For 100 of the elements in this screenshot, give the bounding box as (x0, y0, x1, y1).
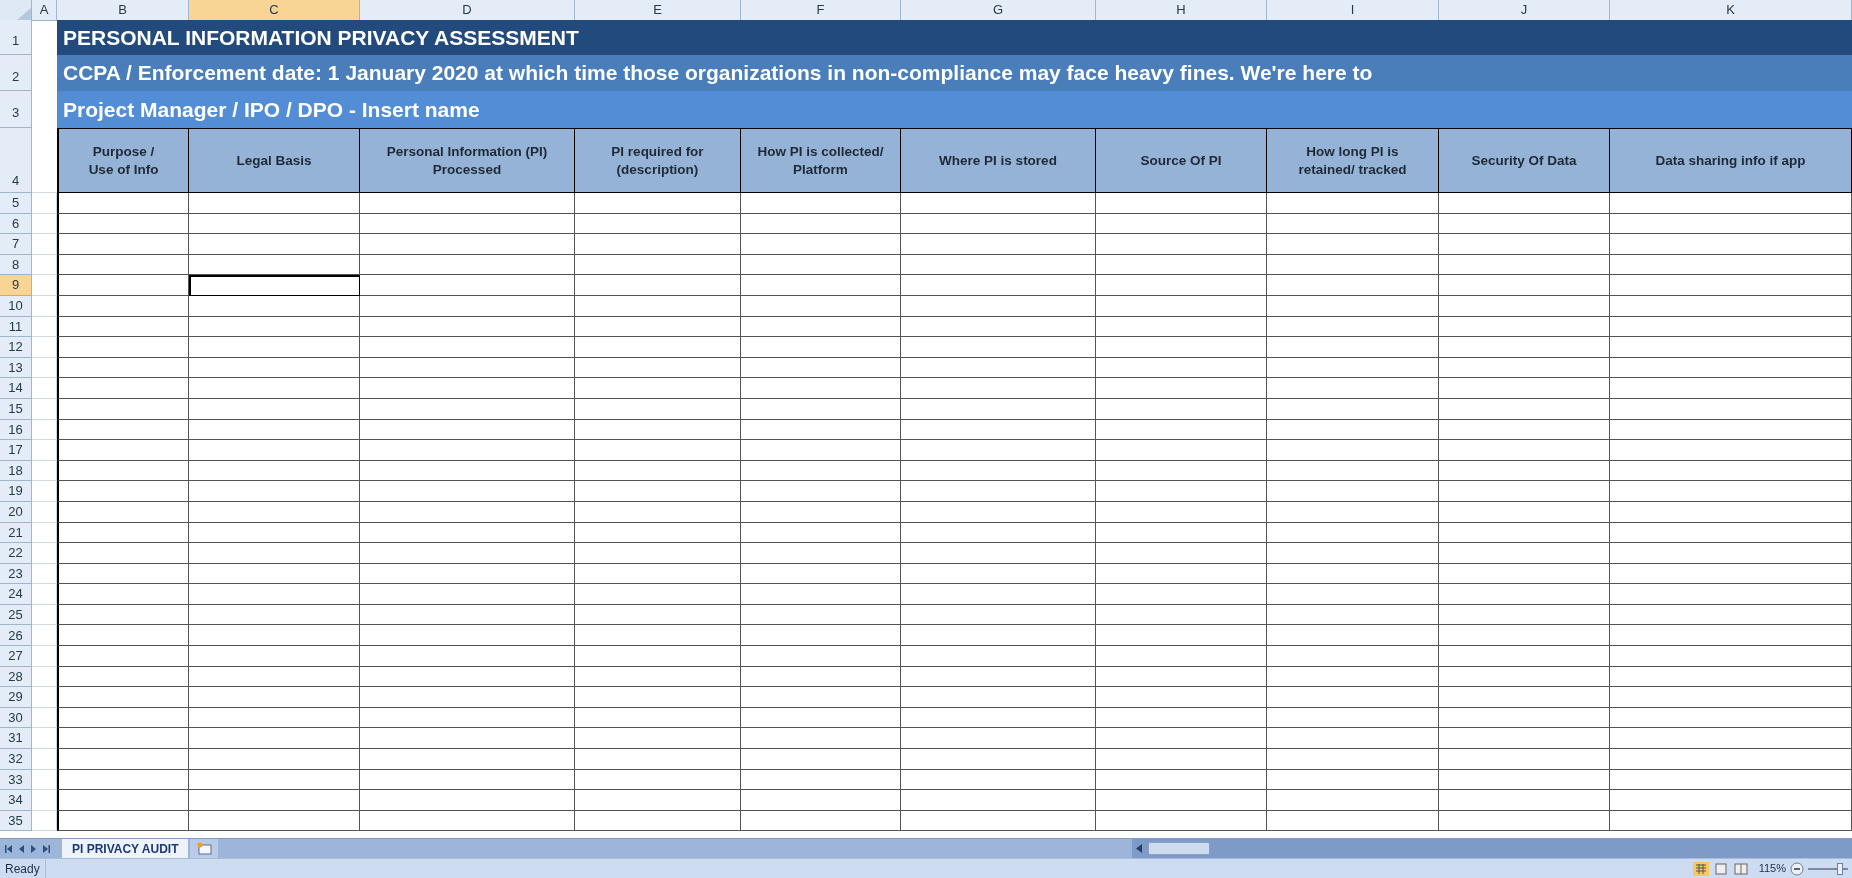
table-cell[interactable] (57, 625, 189, 647)
table-cell[interactable] (57, 563, 189, 585)
table-cell[interactable] (741, 687, 901, 708)
table-cell[interactable] (57, 234, 189, 255)
table-cell[interactable] (1439, 193, 1610, 214)
table-cell[interactable] (1096, 254, 1267, 276)
table-cell[interactable] (1267, 749, 1439, 770)
table-cell[interactable] (1439, 769, 1610, 791)
table-cell[interactable] (360, 646, 575, 667)
table-cell[interactable] (1610, 625, 1852, 647)
table-cell[interactable] (741, 440, 901, 461)
table-cell[interactable] (1610, 193, 1852, 214)
table-cell[interactable] (575, 378, 741, 399)
table-cell[interactable] (57, 749, 189, 770)
row-header[interactable]: 7 (0, 234, 32, 255)
table-cell[interactable] (575, 398, 741, 420)
table-cell[interactable] (575, 563, 741, 585)
table-cell[interactable] (360, 543, 575, 564)
zoom-level[interactable]: 115% (1758, 860, 1786, 877)
table-cell[interactable] (1439, 213, 1610, 235)
table-cell[interactable] (575, 625, 741, 647)
zoom-slider-thumb[interactable] (1836, 862, 1843, 875)
table-cell[interactable] (189, 213, 360, 235)
table-cell[interactable] (1439, 707, 1610, 729)
row-header[interactable]: 6 (0, 213, 32, 235)
table-cell[interactable] (1610, 707, 1852, 729)
table-cell[interactable] (360, 563, 575, 585)
table-cell[interactable] (575, 522, 741, 544)
table-cell[interactable] (57, 337, 189, 358)
table-cell[interactable] (360, 584, 575, 605)
table-cell[interactable] (1439, 728, 1610, 750)
table-cell[interactable] (575, 666, 741, 688)
table-cell[interactable] (1439, 749, 1610, 770)
table-cell[interactable] (741, 625, 901, 647)
table-cell[interactable] (1267, 460, 1439, 482)
table-cell[interactable] (360, 213, 575, 235)
table-cell[interactable] (741, 522, 901, 544)
table-cell[interactable] (1439, 295, 1610, 317)
table-cell[interactable] (1096, 790, 1267, 811)
row-header[interactable]: 12 (0, 337, 32, 358)
table-cell[interactable] (901, 810, 1096, 832)
table-cell[interactable] (1439, 810, 1610, 832)
table-cell[interactable] (1096, 625, 1267, 647)
table-cell[interactable] (360, 707, 575, 729)
table-cell[interactable] (360, 378, 575, 399)
table-cell[interactable] (57, 398, 189, 420)
table-cell[interactable] (189, 460, 360, 482)
table-cell[interactable] (360, 749, 575, 770)
table-cell[interactable] (189, 419, 360, 441)
row-header[interactable]: 14 (0, 378, 32, 399)
table-cell[interactable] (575, 275, 741, 296)
table-cell[interactable] (189, 254, 360, 276)
table-cell[interactable] (741, 460, 901, 482)
table-cell[interactable] (741, 584, 901, 605)
table-cell[interactable] (57, 275, 189, 296)
table-cell[interactable] (57, 501, 189, 523)
table-cell[interactable] (901, 275, 1096, 296)
table-cell[interactable] (1610, 440, 1852, 461)
row-header[interactable]: 11 (0, 316, 32, 338)
table-cell[interactable] (1096, 193, 1267, 214)
table-cell[interactable] (1439, 254, 1610, 276)
row-header[interactable]: 26 (0, 625, 32, 647)
table-cell[interactable] (741, 810, 901, 832)
table-cell[interactable] (741, 337, 901, 358)
table-cell[interactable] (360, 501, 575, 523)
table-cell[interactable] (901, 707, 1096, 729)
table-cell[interactable] (1267, 378, 1439, 399)
table-cell[interactable] (360, 790, 575, 811)
table-cell[interactable] (1439, 316, 1610, 338)
scroll-left-icon[interactable] (1136, 844, 1142, 853)
table-cell[interactable] (57, 316, 189, 338)
table-cell[interactable] (1610, 666, 1852, 688)
row-header[interactable]: 17 (0, 440, 32, 461)
table-cell[interactable] (575, 584, 741, 605)
table-cell[interactable] (575, 460, 741, 482)
table-cell[interactable] (575, 604, 741, 626)
table-cell[interactable] (57, 460, 189, 482)
table-cell[interactable] (189, 481, 360, 502)
table-cell[interactable] (360, 625, 575, 647)
table-cell[interactable] (1096, 604, 1267, 626)
table-cell[interactable] (1610, 357, 1852, 379)
table-cell[interactable] (575, 501, 741, 523)
table-cell[interactable] (1439, 625, 1610, 647)
table-cell[interactable] (901, 193, 1096, 214)
table-cell[interactable] (1439, 275, 1610, 296)
table-cell[interactable] (1439, 357, 1610, 379)
column-header[interactable]: H (1096, 0, 1267, 21)
table-cell[interactable] (575, 707, 741, 729)
table-cell[interactable] (1610, 810, 1852, 832)
table-cell[interactable] (1096, 275, 1267, 296)
table-cell[interactable] (1439, 481, 1610, 502)
table-cell[interactable] (741, 213, 901, 235)
column-header[interactable]: G (901, 0, 1096, 21)
table-cell[interactable] (1439, 584, 1610, 605)
table-cell[interactable] (189, 646, 360, 667)
table-cell[interactable] (1096, 563, 1267, 585)
table-cell[interactable] (575, 687, 741, 708)
table-cell[interactable] (189, 295, 360, 317)
table-cell[interactable] (741, 666, 901, 688)
table-cell[interactable] (901, 728, 1096, 750)
